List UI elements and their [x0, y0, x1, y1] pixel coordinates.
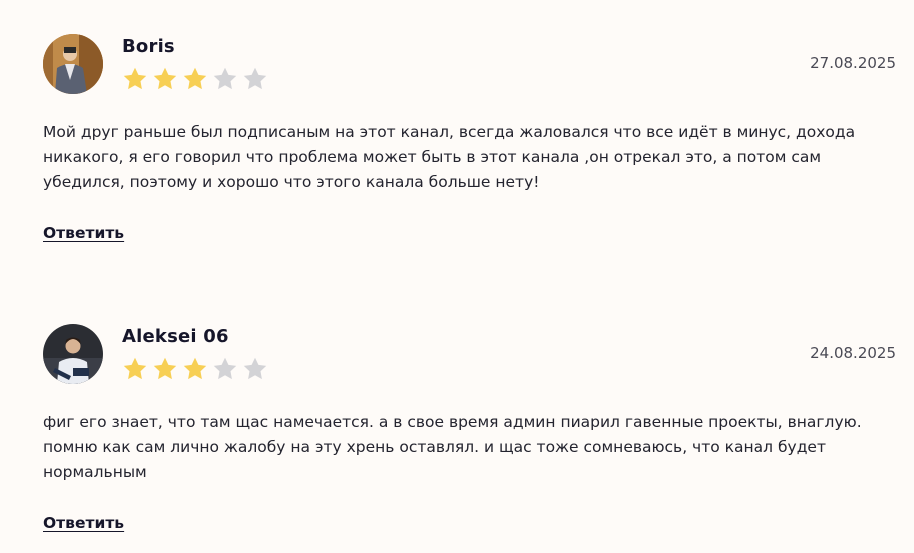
star-icon: [152, 66, 178, 92]
star-icon: [212, 66, 238, 92]
star-icon: [212, 356, 238, 382]
star-icon: [242, 356, 268, 382]
star-icon: [182, 356, 208, 382]
star-icon: [152, 356, 178, 382]
review-date: 27.08.2025: [810, 54, 896, 72]
star-icon: [122, 356, 148, 382]
avatar: [43, 34, 103, 94]
star-icon: [182, 66, 208, 92]
review-text: Мой друг раньше был подписаным на этот к…: [43, 123, 856, 191]
review-author: Aleksei 06: [122, 326, 229, 347]
review-date: 24.08.2025: [810, 344, 896, 362]
reply-link[interactable]: Ответить: [43, 514, 124, 532]
review-author: Boris: [122, 36, 175, 57]
rating-stars: [122, 66, 272, 92]
review-text: фиг его знает, что там щас намечается. а…: [43, 413, 862, 481]
star-icon: [122, 66, 148, 92]
reply-link[interactable]: Ответить: [43, 224, 124, 242]
rating-stars: [122, 356, 272, 382]
star-icon: [242, 66, 268, 92]
reviews-list: Boris 27.08.2025 Мой друг раньше был под…: [0, 0, 914, 553]
avatar: [43, 324, 103, 384]
